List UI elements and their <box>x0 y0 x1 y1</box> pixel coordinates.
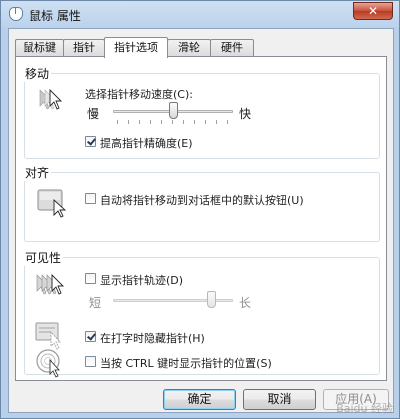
tab-pointer-options[interactable]: 指针选项 <box>104 37 168 58</box>
speed-slider-tick <box>139 120 140 124</box>
hide-while-typing-label: 在打字时隐藏指针(H) <box>100 332 205 345</box>
speed-slider-tick <box>227 120 228 124</box>
show-location-ctrl-checkbox[interactable] <box>85 356 96 367</box>
speed-slider-tick <box>216 120 217 124</box>
enhance-precision-label: 提高指针精确度(E) <box>100 137 193 150</box>
snap-to-group: 对齐 自动将指针移动到对话框中的默认按钮(U) <box>23 164 380 242</box>
motion-group-title: 移动 <box>23 65 52 82</box>
mouse-properties-window: 鼠标 属性 ✕ 鼠标键 指针 指针选项 滑轮 硬件 移动 选择指针移动速度(C)… <box>0 0 400 419</box>
speed-label: 选择指针移动速度(C): <box>85 88 193 101</box>
pointer-trails-label: 显示指针轨迹(D) <box>100 274 184 287</box>
speed-slider-tick <box>183 120 184 124</box>
fast-label: 快 <box>239 107 252 121</box>
slow-label: 慢 <box>87 107 100 121</box>
close-button[interactable]: ✕ <box>353 2 393 20</box>
watermark: Baidu 经验 <box>336 402 393 415</box>
visibility-group: 可见性 显示指针轨迹(D) 短 长 在打字时隐藏指针(H) 当按 CTRL 键时… <box>23 249 380 378</box>
hide-pointer-icon <box>35 322 61 350</box>
ok-button[interactable]: 确定 <box>163 389 236 410</box>
speed-slider-tick <box>128 120 129 124</box>
visibility-group-title: 可见性 <box>23 249 64 266</box>
mouse-icon <box>9 7 23 21</box>
snap-to-button-icon <box>37 189 67 218</box>
pointer-options-panel: 移动 选择指针移动速度(C): 慢 快 提高指针精确度(E) 对齐 自动将指针移… <box>15 56 387 381</box>
locate-pointer-icon <box>36 349 60 378</box>
speed-slider-thumb[interactable] <box>168 102 178 119</box>
speed-slider-tick <box>172 120 173 124</box>
title-bar[interactable]: 鼠标 属性 ✕ <box>1 1 399 27</box>
enhance-precision-checkbox[interactable] <box>85 136 96 147</box>
tab-buttons[interactable]: 鼠标键 <box>15 39 64 56</box>
speed-slider-tick <box>161 120 162 124</box>
snap-to-group-title: 对齐 <box>23 164 52 181</box>
hide-while-typing-checkbox[interactable] <box>85 331 96 342</box>
speed-slider-tick <box>205 120 206 124</box>
snap-to-default-checkbox[interactable] <box>85 193 96 204</box>
speed-slider-tick <box>150 120 151 124</box>
cursor-speed-icon <box>39 88 63 110</box>
trail-length-slider-thumb[interactable] <box>207 291 217 308</box>
dialog-body: 鼠标键 指针 指针选项 滑轮 硬件 移动 选择指针移动速度(C): 慢 快 提高… <box>8 28 394 413</box>
show-location-ctrl-label: 当按 CTRL 键时显示指针的位置(S) <box>100 357 272 370</box>
tab-wheel[interactable]: 滑轮 <box>167 39 211 56</box>
speed-slider-tick <box>194 120 195 124</box>
motion-group: 移动 选择指针移动速度(C): 慢 快 提高指针精确度(E) <box>23 65 380 159</box>
tab-pointers[interactable]: 指针 <box>63 39 105 56</box>
cancel-button[interactable]: 取消 <box>243 389 316 410</box>
speed-slider-tick <box>117 120 118 124</box>
window-title: 鼠标 属性 <box>29 9 81 23</box>
pointer-trails-icon <box>36 273 65 295</box>
tab-hardware[interactable]: 硬件 <box>210 39 254 56</box>
long-label: 长 <box>239 296 252 310</box>
speed-slider-ticks <box>117 120 229 124</box>
pointer-trails-checkbox[interactable] <box>85 273 96 284</box>
snap-to-default-label: 自动将指针移动到对话框中的默认按钮(U) <box>100 194 304 207</box>
short-label: 短 <box>89 296 102 310</box>
